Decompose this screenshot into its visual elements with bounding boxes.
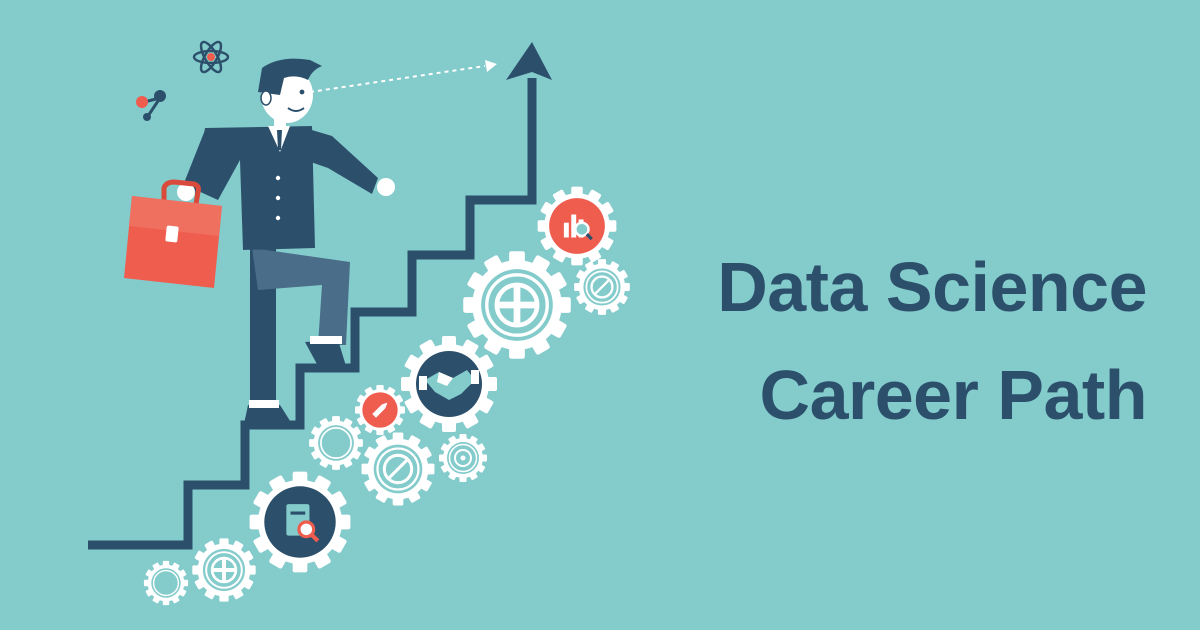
gear-no-entry-1 xyxy=(360,431,436,507)
hero-banner: Data Science Career Path xyxy=(0,0,1200,630)
arrow-up-icon xyxy=(506,42,552,80)
plus-icon xyxy=(210,556,238,584)
plus-icon xyxy=(494,282,540,328)
gear-handshake xyxy=(399,334,499,434)
gear-small-3 xyxy=(438,433,488,483)
sight-arrowhead xyxy=(485,60,497,72)
gear-document xyxy=(248,470,352,574)
gear-plus-1 xyxy=(191,537,257,603)
gear-plus-2 xyxy=(461,249,573,361)
briefcase-icon xyxy=(124,179,222,288)
gear-small-2 xyxy=(308,415,364,471)
gear-small-1 xyxy=(143,560,189,606)
molecule-icon xyxy=(136,90,166,121)
headline-line-1: Data Science xyxy=(717,248,1147,326)
atom-icon xyxy=(192,40,230,74)
dotted-sight-line xyxy=(309,65,486,93)
headline-line-2: Career Path xyxy=(759,356,1148,434)
gear-pencil xyxy=(354,384,406,436)
